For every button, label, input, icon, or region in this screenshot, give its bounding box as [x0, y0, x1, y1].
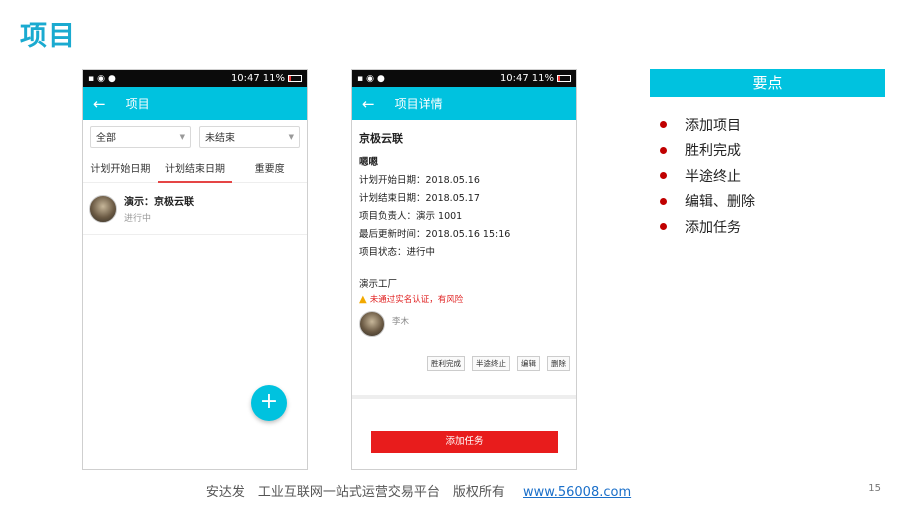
warning-text: 未通过实名认证，有风险 [369, 295, 464, 305]
project-list-item[interactable]: 演示：京极云联 进行中 [83, 183, 307, 235]
plan-start-date: 计划开始日期：2018.05.16 [359, 175, 480, 186]
scope-select-value: 全部 [96, 133, 116, 144]
footer-link[interactable]: www.56008.com [523, 485, 631, 500]
notification-icon: ● [107, 73, 116, 84]
avatar [89, 194, 117, 223]
tab-plan-end-date[interactable]: 计划结束日期 [157, 157, 233, 183]
delete-button[interactable]: 删除 [547, 356, 570, 371]
bullet-icon [660, 223, 667, 231]
status-time: 10:47 [230, 73, 260, 84]
wifi-icon: ◉ [366, 73, 374, 84]
status-icons: ▪︎ ◉ ● [88, 74, 116, 84]
app-bar: ← 项目详情 [352, 87, 576, 120]
keypoint-item: 编辑、删除 [660, 189, 755, 215]
battery-percent: 11% [262, 73, 285, 84]
keypoint-item: 添加项目 [660, 112, 755, 138]
footer: 安达发 工业互联网一站式运营交易平台 版权所有 www.56008.com [0, 481, 907, 500]
back-arrow-icon[interactable]: ← [362, 95, 375, 113]
battery-percent: 11% [531, 73, 554, 84]
keypoint-label: 添加任务 [685, 219, 741, 236]
footer-text: 安达发 工业互联网一站式运营交易平台 版权所有 [205, 485, 505, 500]
status-time: 10:47 [499, 73, 529, 84]
keypoint-label: 添加项目 [685, 117, 741, 134]
project-state: 项目状态：进行中 [359, 247, 436, 258]
factory-name: 演示工厂 [359, 279, 398, 290]
back-arrow-icon[interactable]: ← [93, 95, 106, 113]
app-bar-title: 项目 [125, 97, 150, 111]
action-bar: 胜利完成 半途终止 编辑 删除 [427, 356, 570, 371]
member-name: 李木 [392, 317, 410, 327]
scope-select[interactable]: 全部 ▼ [90, 125, 191, 148]
bullet-icon [660, 172, 667, 180]
page-number: 15 [868, 483, 881, 494]
project-list-screen: ▪︎ ◉ ● 10:47 11% ← 项目 全部 ▼ 未结束 ▼ 计划开始日期 … [82, 69, 308, 470]
add-project-button[interactable]: + [251, 385, 287, 421]
keypoint-label: 编辑、删除 [685, 194, 755, 211]
terminate-button[interactable]: 半途终止 [472, 356, 510, 371]
keypoints-header: 要点 [650, 69, 885, 97]
bullet-icon [660, 146, 667, 154]
keypoints-list: 添加项目 胜利完成 半途终止 编辑、删除 添加任务 [660, 112, 755, 240]
chevron-down-icon: ▼ [288, 132, 294, 141]
tab-importance[interactable]: 重要度 [232, 157, 307, 183]
battery-icon [557, 75, 571, 82]
sort-tabs: 计划开始日期 计划结束日期 重要度 [83, 157, 307, 183]
slide-title: 项目 [20, 21, 76, 52]
member-item[interactable]: 李木 [359, 311, 569, 337]
status-bar: ▪︎ ◉ ● 10:47 11% [352, 70, 576, 87]
status-icons: ▪︎ ◉ ● [357, 74, 385, 84]
add-task-button[interactable]: 添加任务 [371, 431, 558, 453]
status-select[interactable]: 未结束 ▼ [199, 125, 300, 148]
bullet-icon [660, 121, 667, 129]
keypoint-item: 胜利完成 [660, 138, 755, 164]
notification-icon: ● [376, 73, 385, 84]
signal-icon: ▪︎ [357, 73, 364, 84]
avatar [359, 311, 385, 337]
plan-end-date: 计划结束日期：2018.05.17 [359, 193, 480, 204]
last-updated: 最后更新时间：2018.05.16 15:16 [359, 229, 511, 240]
keypoint-label: 胜利完成 [685, 143, 741, 160]
battery-icon [288, 75, 302, 82]
status-select-value: 未结束 [205, 133, 235, 144]
section-divider [352, 395, 576, 399]
app-bar: ← 项目 [83, 87, 307, 120]
wifi-icon: ◉ [97, 73, 105, 84]
app-bar-title: 项目详情 [394, 97, 443, 111]
project-title: 演示：京极云联 [124, 197, 194, 208]
chevron-down-icon: ▼ [179, 132, 185, 141]
project-status: 进行中 [124, 214, 152, 224]
edit-button[interactable]: 编辑 [517, 356, 540, 371]
keypoint-item: 添加任务 [660, 214, 755, 240]
keypoint-item: 半途终止 [660, 163, 755, 189]
complete-button[interactable]: 胜利完成 [427, 356, 465, 371]
status-bar: ▪︎ ◉ ● 10:47 11% [83, 70, 307, 87]
project-subtitle: 嗯嗯 [359, 157, 379, 168]
project-detail: 京极云联 嗯嗯 计划开始日期：2018.05.16 计划结束日期：2018.05… [352, 120, 576, 337]
verification-warning: ▲ 未通过实名认证，有风险 [359, 293, 569, 306]
signal-icon: ▪︎ [88, 73, 95, 84]
bullet-icon [660, 197, 667, 205]
keypoint-label: 半途终止 [685, 168, 741, 185]
filter-bar: 全部 ▼ 未结束 ▼ [83, 120, 307, 153]
project-name: 京极云联 [359, 132, 403, 145]
warning-icon: ▲ [359, 293, 367, 305]
project-owner: 项目负责人：演示 1001 [359, 211, 463, 222]
tab-plan-start-date[interactable]: 计划开始日期 [83, 157, 158, 183]
project-detail-screen: ▪︎ ◉ ● 10:47 11% ← 项目详情 京极云联 嗯嗯 计划开始日期：2… [351, 69, 577, 470]
